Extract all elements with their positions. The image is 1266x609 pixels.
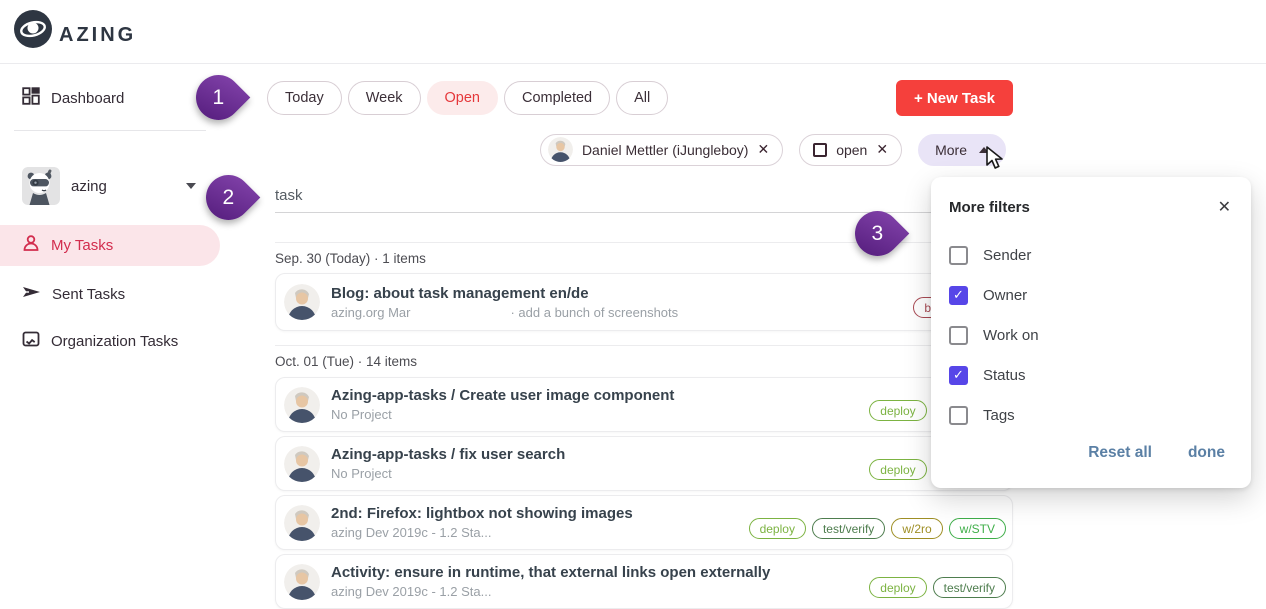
filter-chip-owner[interactable]: Daniel Mettler (iJungleboy) ✕	[540, 134, 783, 166]
sidebar-item-label: Dashboard	[51, 90, 124, 107]
sidebar-item-label: Sent Tasks	[52, 286, 125, 303]
task-row[interactable]: Azing-app-tasks / Create user image comp…	[275, 377, 1013, 432]
task-title: Blog: about task management en/de	[331, 285, 678, 302]
task-group-header: Sep. 30 (Today) · 1 items	[275, 243, 1013, 266]
search-input[interactable]: task	[275, 187, 1013, 213]
task-row[interactable]: Blog: about task management en/de azing.…	[275, 273, 1013, 331]
checkbox-checked[interactable]	[949, 286, 968, 305]
task-project: azing Dev 2019c - 1.2 Sta...	[331, 525, 491, 540]
filter-option-label: Status	[983, 367, 1026, 384]
quick-filter-pills: Today Week Open Completed All	[267, 81, 668, 115]
close-icon[interactable]: ✕	[1218, 197, 1231, 217]
annotation-number: 2	[223, 186, 235, 210]
checkbox-checked[interactable]	[949, 366, 968, 385]
avatar	[284, 387, 320, 423]
task-title: Activity: ensure in runtime, that extern…	[331, 564, 770, 581]
avatar	[284, 505, 320, 541]
checkbox-unchecked[interactable]	[949, 246, 968, 265]
brand-logo-icon	[14, 10, 52, 53]
sidebar-item-label: Organization Tasks	[51, 333, 178, 350]
sidebar: Dashboard azing	[0, 64, 220, 601]
filter-pill-all[interactable]: All	[616, 81, 668, 115]
filter-option-label: Tags	[983, 407, 1015, 424]
person-icon	[22, 234, 40, 257]
active-filter-chips: Daniel Mettler (iJungleboy) ✕ open ✕ Mor…	[275, 133, 1013, 166]
task-project: No Project	[331, 407, 392, 422]
task-title: 2nd: Firefox: lightbox not showing image…	[331, 505, 633, 522]
status-square-icon	[813, 143, 827, 157]
annotation-number: 1	[213, 86, 225, 110]
filter-option-status[interactable]: Status	[949, 365, 1231, 385]
sidebar-item-sent-tasks[interactable]: Sent Tasks	[0, 280, 220, 308]
more-filters-popup: More filters ✕ Sender Owner Work on Stat…	[931, 177, 1251, 488]
chevron-down-icon	[186, 183, 196, 189]
checkbox-unchecked[interactable]	[949, 406, 968, 425]
dashboard-grid-icon	[22, 87, 40, 110]
task-project: No Project	[331, 466, 392, 481]
tag-badge[interactable]: deploy	[869, 400, 926, 421]
filter-option-owner[interactable]: Owner	[949, 285, 1231, 305]
task-row[interactable]: Azing-app-tasks / fix user search No Pro…	[275, 436, 1013, 491]
task-title: Azing-app-tasks / Create user image comp…	[331, 387, 674, 404]
task-title: Azing-app-tasks / fix user search	[331, 446, 565, 463]
workspace-selector[interactable]: azing	[0, 164, 220, 208]
task-project: azing.org Mar	[331, 305, 410, 320]
filter-option-label: Sender	[983, 247, 1031, 264]
task-group-oct01: Oct. 01 (Tue) · 14 items Azing-app-tasks…	[275, 345, 1013, 609]
sidebar-item-label: My Tasks	[51, 237, 113, 254]
workspace-name: azing	[71, 178, 175, 195]
filter-option-label: Work on	[983, 327, 1039, 344]
remove-filter-icon[interactable]: ✕	[876, 141, 888, 158]
new-task-button[interactable]: + New Task	[896, 80, 1013, 116]
task-project: azing Dev 2019c - 1.2 Sta...	[331, 584, 491, 599]
filter-pill-week[interactable]: Week	[348, 81, 421, 115]
mouse-cursor	[984, 146, 1006, 175]
avatar	[284, 446, 320, 482]
filter-option-label: Owner	[983, 287, 1027, 304]
organization-box-icon	[22, 330, 40, 353]
reset-all-button[interactable]: Reset all	[1088, 444, 1152, 462]
filter-chip-label: open	[836, 142, 867, 158]
avatar	[284, 564, 320, 600]
filter-pill-today[interactable]: Today	[267, 81, 342, 115]
filter-pill-open[interactable]: Open	[427, 81, 498, 115]
done-button[interactable]: done	[1188, 444, 1225, 462]
sidebar-item-organization-tasks[interactable]: Organization Tasks	[0, 326, 220, 356]
tag-badge[interactable]: test/verify	[812, 518, 885, 539]
filter-toolbar: Today Week Open Completed All + New Task	[267, 80, 1013, 116]
app-header: azing	[0, 0, 1266, 64]
tag-badge[interactable]: deploy	[869, 577, 926, 598]
tag-badge[interactable]: deploy	[869, 459, 926, 480]
task-group-header: Oct. 01 (Tue) · 14 items	[275, 346, 1013, 369]
filter-option-work-on[interactable]: Work on	[949, 325, 1231, 345]
tag-badge[interactable]: w/2ro	[891, 518, 942, 539]
remove-filter-icon[interactable]: ✕	[757, 141, 769, 158]
popup-title: More filters	[949, 199, 1030, 216]
brand-name: azing	[59, 16, 136, 48]
sidebar-item-my-tasks[interactable]: My Tasks	[0, 225, 220, 266]
filter-pill-completed[interactable]: Completed	[504, 81, 610, 115]
filter-option-tags[interactable]: Tags	[949, 405, 1231, 425]
tag-badge[interactable]: test/verify	[933, 577, 1006, 598]
tag-badge[interactable]: w/STV	[949, 518, 1006, 539]
checkbox-unchecked[interactable]	[949, 326, 968, 345]
paper-plane-icon	[22, 283, 41, 306]
filter-chip-status-open[interactable]: open ✕	[799, 134, 902, 166]
avatar	[548, 137, 573, 162]
more-button-label: More	[935, 142, 967, 158]
workspace-avatar	[22, 167, 60, 205]
tag-badge[interactable]: deploy	[749, 518, 806, 539]
filter-chip-label: Daniel Mettler (iJungleboy)	[582, 142, 749, 158]
filter-option-sender[interactable]: Sender	[949, 245, 1231, 265]
avatar	[284, 284, 320, 320]
task-row[interactable]: 2nd: Firefox: lightbox not showing image…	[275, 495, 1013, 550]
annotation-number: 3	[872, 222, 884, 246]
sidebar-item-dashboard[interactable]: Dashboard	[0, 84, 220, 112]
task-note: · add a bunch of screenshots	[510, 305, 678, 320]
task-group-sep30: Sep. 30 (Today) · 1 items Blog: about ta…	[275, 242, 1013, 331]
brand-logo: azing	[14, 10, 136, 53]
sidebar-divider	[14, 130, 206, 131]
